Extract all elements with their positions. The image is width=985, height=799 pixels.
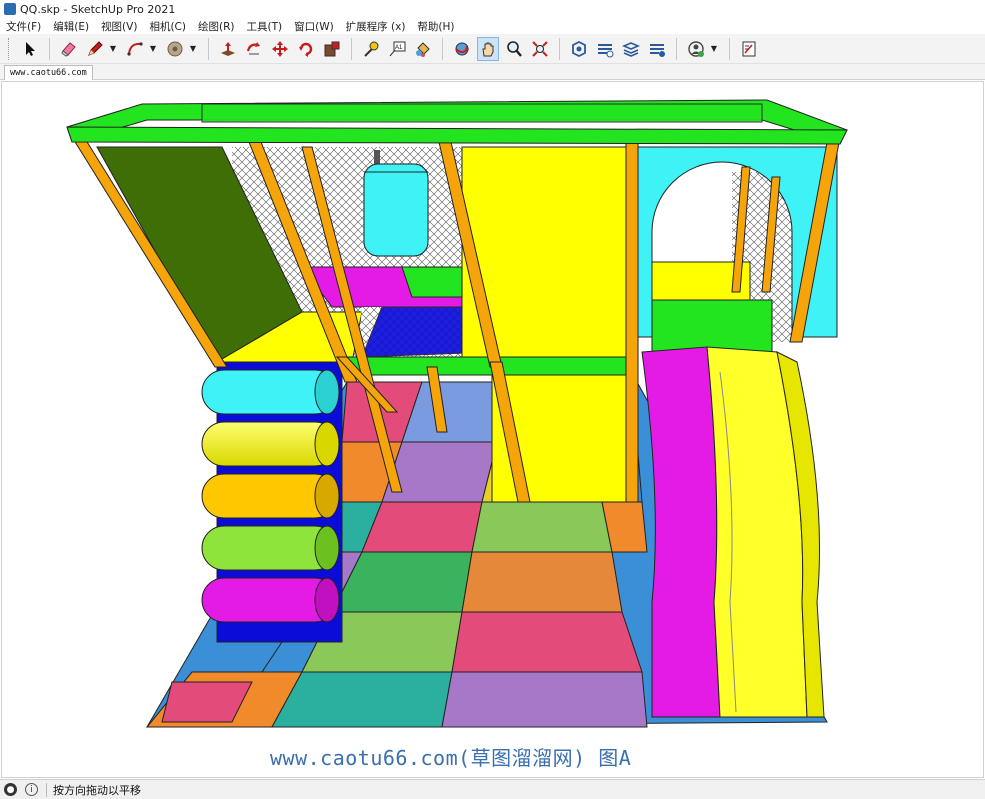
main-toolbar: ▼ ▼ ▼ A1 ▼: [0, 34, 985, 64]
svg-text:A1: A1: [395, 45, 403, 51]
layout-icon[interactable]: [620, 37, 642, 61]
toolbar-separator: [676, 37, 677, 60]
sketchup-app-icon: [4, 3, 16, 15]
arc-dropdown-icon[interactable]: ▼: [148, 37, 158, 61]
arc-tool-icon[interactable]: [124, 37, 146, 61]
extension-warehouse-icon[interactable]: [594, 37, 616, 61]
eraser-tool-icon[interactable]: [58, 37, 80, 61]
move-tool-icon[interactable]: [269, 37, 291, 61]
paint-dropdown-icon[interactable]: ▼: [188, 37, 198, 61]
status-divider: [46, 782, 47, 797]
status-hint: 按方向拖动以平移: [53, 783, 141, 797]
paint-tool-icon[interactable]: [164, 37, 186, 61]
status-bar: ● i 按方向拖动以平移: [0, 779, 985, 799]
title-bar: QQ.skp - SketchUp Pro 2021: [0, 0, 985, 18]
zoom-tool-icon[interactable]: [503, 37, 525, 61]
menu-view[interactable]: 视图(V): [101, 19, 137, 34]
toolbar-separator: [49, 37, 50, 60]
orbit-tool-icon[interactable]: [451, 37, 473, 61]
select-tool-icon[interactable]: [19, 37, 41, 61]
scale-tool-icon[interactable]: [321, 37, 343, 61]
playground-model: [66, 99, 848, 728]
arch-green-block: [651, 299, 773, 356]
geo-location-icon[interactable]: ●: [4, 783, 17, 796]
menu-tools[interactable]: 工具(T): [246, 19, 282, 34]
rotate-tool-icon[interactable]: [243, 37, 265, 61]
menu-window[interactable]: 窗口(W): [294, 19, 334, 34]
menu-bar: 文件(F) 编辑(E) 视图(V) 相机(C) 绘图(R) 工具(T) 窗口(W…: [0, 18, 985, 34]
punching-bag: [363, 150, 429, 257]
pencil-dropdown-icon[interactable]: ▼: [108, 37, 118, 61]
zoom-extents-icon[interactable]: [529, 37, 551, 61]
menu-help[interactable]: 帮助(H): [417, 19, 454, 34]
toolbar-separator: [351, 37, 352, 60]
paint-bucket-icon[interactable]: [412, 37, 434, 61]
account-icon[interactable]: [685, 37, 707, 61]
pencil-tool-icon[interactable]: [84, 37, 106, 61]
menu-file[interactable]: 文件(F): [6, 19, 41, 34]
climbing-rolls: [201, 361, 343, 643]
window-title: QQ.skp - SketchUp Pro 2021: [20, 2, 176, 16]
account-dropdown-icon[interactable]: ▼: [709, 37, 719, 61]
menu-extensions[interactable]: 扩展程序 (x): [346, 19, 406, 34]
menu-camera[interactable]: 相机(C): [149, 19, 186, 34]
toolbar-separator: [442, 37, 443, 60]
menu-edit[interactable]: 编辑(E): [53, 19, 89, 34]
watermark-text: www.caotu66.com(草图溜溜网) 图A: [270, 746, 632, 770]
report-icon[interactable]: [738, 37, 760, 61]
follow-me-tool-icon[interactable]: [295, 37, 317, 61]
info-icon[interactable]: i: [25, 783, 38, 796]
pan-tool-icon[interactable]: [477, 36, 499, 61]
warehouse-icon[interactable]: [568, 37, 590, 61]
toolbar-separator: [559, 37, 560, 60]
toolbar-separator: [208, 37, 209, 60]
menu-draw[interactable]: 绘图(R): [198, 19, 235, 34]
extension-manager-icon[interactable]: [646, 37, 668, 61]
scene-tab-bar: www.caotu66.com: [0, 64, 985, 80]
push-pull-tool-icon[interactable]: [217, 37, 239, 61]
text-tool-icon[interactable]: A1: [386, 37, 408, 61]
tape-measure-icon[interactable]: [360, 37, 382, 61]
scene-tab[interactable]: www.caotu66.com: [4, 65, 93, 80]
toolbar-separator: [729, 37, 730, 60]
toolbar-grip[interactable]: [8, 37, 11, 60]
model-viewport[interactable]: www.caotu66.com(草图溜溜网) 图A: [1, 81, 984, 778]
green-top-frame: [66, 99, 848, 145]
